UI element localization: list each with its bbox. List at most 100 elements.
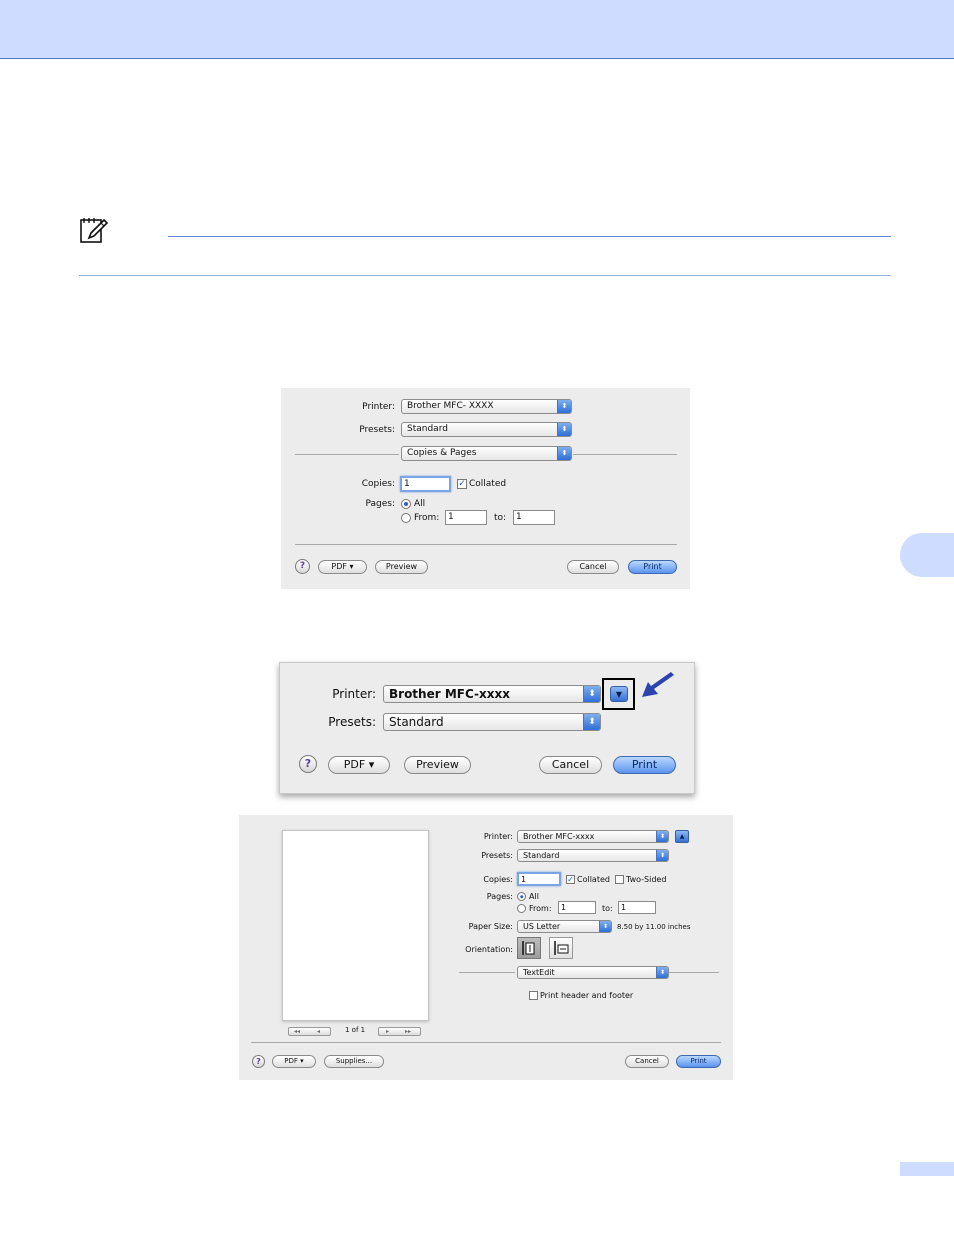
panel-popup[interactable]: TextEdit ⬍ <box>517 966 669 979</box>
pages-from-radio[interactable] <box>517 904 526 913</box>
footer-separator <box>295 544 677 545</box>
paper-size-label: Paper Size: <box>468 922 513 931</box>
cancel-button[interactable]: Cancel <box>567 560 619 574</box>
help-button[interactable]: ? <box>252 1055 265 1068</box>
presets-value: Standard <box>389 715 444 729</box>
to-label: to: <box>494 513 507 523</box>
print-dialog-collapsed: Printer: Brother MFC-xxxx ⬍ ▼ Presets: S… <box>279 662 695 794</box>
pdf-button[interactable]: PDF ▾ <box>272 1055 316 1068</box>
collapse-button[interactable]: ▲ <box>675 830 689 843</box>
collated-label: Collated <box>469 479 507 489</box>
popup-arrows-icon: ⬍ <box>583 686 600 702</box>
prev-page-icon: ◂ <box>317 1028 321 1035</box>
header-footer-label: Print header and footer <box>540 991 634 1000</box>
popup-arrows-icon: ⬍ <box>557 447 571 460</box>
from-value: 1 <box>448 512 454 522</box>
presets-label: Presets: <box>328 715 376 729</box>
presets-popup[interactable]: Standard ⬍ <box>383 713 601 731</box>
popup-arrows-icon: ⬍ <box>656 967 668 978</box>
collated-label: Collated <box>577 875 610 884</box>
to-field[interactable]: 1 <box>513 510 555 525</box>
from-label: From: <box>414 513 440 523</box>
next-page-icon: ▸ <box>386 1028 390 1035</box>
header-footer-checkbox[interactable] <box>529 991 538 1000</box>
preview-button[interactable]: Preview <box>404 756 471 774</box>
popup-arrows-icon: ⬍ <box>583 714 600 730</box>
panel-popup[interactable]: Copies & Pages ⬍ <box>401 446 572 461</box>
printer-popup[interactable]: Brother MFC-xxxx ⬍ <box>383 685 601 703</box>
collated-checkbox[interactable]: ✓ <box>566 875 575 884</box>
from-value: 1 <box>561 903 567 912</box>
blue-arrow-icon <box>640 672 676 700</box>
print-button[interactable]: Print <box>676 1055 721 1068</box>
print-button[interactable]: Print <box>628 560 677 574</box>
pages-from-radio[interactable] <box>401 513 411 523</box>
printer-value: Brother MFC- XXXX <box>407 401 494 411</box>
print-button[interactable]: Print <box>613 756 676 774</box>
section-rule <box>79 275 891 276</box>
presets-popup[interactable]: Standard ⬍ <box>401 422 572 437</box>
from-field[interactable]: 1 <box>445 510 487 525</box>
landscape-orientation-icon[interactable] <box>549 937 573 959</box>
two-sided-checkbox[interactable] <box>615 875 624 884</box>
help-button[interactable]: ? <box>295 559 310 574</box>
panel-separator-left <box>459 972 515 973</box>
cancel-button[interactable]: Cancel <box>539 756 602 774</box>
copies-field[interactable]: 1 <box>517 872 561 886</box>
to-field[interactable]: 1 <box>618 901 656 914</box>
presets-label: Presets: <box>481 851 513 860</box>
note-pencil-icon <box>79 216 109 246</box>
all-label: All <box>414 499 426 509</box>
page-preview <box>282 830 429 1021</box>
copies-field[interactable]: 1 <box>400 476 451 492</box>
panel-separator-left <box>295 454 399 455</box>
pdf-button[interactable]: PDF ▾ <box>318 560 367 574</box>
popup-arrows-icon: ⬍ <box>656 850 668 861</box>
pages-all-radio[interactable] <box>401 499 411 509</box>
from-field[interactable]: 1 <box>558 901 596 914</box>
printer-popup[interactable]: Brother MFC-xxxx ⬍ <box>517 830 669 843</box>
orientation-label: Orientation: <box>465 945 513 954</box>
portrait-orientation-icon[interactable] <box>517 937 541 959</box>
two-sided-label: Two-Sided <box>626 875 667 884</box>
supplies-button[interactable]: Supplies... <box>324 1055 384 1068</box>
presets-popup[interactable]: Standard ⬍ <box>517 849 669 862</box>
note-rule <box>168 236 891 237</box>
first-page-icon: ◂◂ <box>294 1028 301 1035</box>
header-band <box>0 0 954 59</box>
preview-nav-forward-group[interactable]: ▸ ▸▸ <box>378 1027 421 1036</box>
popup-arrows-icon: ⬍ <box>599 921 611 932</box>
panel-value: TextEdit <box>523 968 555 977</box>
preview-nav-back-group[interactable]: ◂◂ ◂ <box>288 1027 331 1036</box>
pages-all-radio[interactable] <box>517 892 526 901</box>
paper-dimensions: 8.50 by 11.00 inches <box>617 923 691 931</box>
page-number-tab <box>900 1162 954 1176</box>
cancel-button[interactable]: Cancel <box>625 1055 669 1068</box>
expand-button[interactable]: ▼ <box>610 686 628 702</box>
paper-size-popup[interactable]: US Letter ⬍ <box>517 920 612 933</box>
copies-label: Copies: <box>483 875 513 884</box>
pages-label: Pages: <box>486 892 513 901</box>
to-label: to: <box>602 904 613 913</box>
preview-button[interactable]: Preview <box>375 560 428 574</box>
popup-arrows-icon: ⬍ <box>656 831 668 842</box>
printer-popup[interactable]: Brother MFC- XXXX ⬍ <box>401 399 572 414</box>
presets-value: Standard <box>523 851 560 860</box>
printer-label: Printer: <box>332 687 376 701</box>
last-page-icon: ▸▸ <box>405 1028 412 1035</box>
to-value: 1 <box>621 903 627 912</box>
printer-value: Brother MFC-xxxx <box>523 832 595 841</box>
print-dialog-copies-pages: Printer: Brother MFC- XXXX ⬍ Presets: St… <box>281 388 690 589</box>
footer-separator <box>251 1042 721 1043</box>
from-label: From: <box>529 904 552 913</box>
pages-label: Pages: <box>365 499 395 509</box>
pdf-button[interactable]: PDF ▾ <box>328 756 390 774</box>
print-dialog-expanded: ◂◂ ◂ 1 of 1 ▸ ▸▸ Printer: Brother MFC-xx… <box>239 815 733 1080</box>
copies-value: 1 <box>521 875 527 884</box>
panel-separator-right <box>669 972 719 973</box>
printer-label: Printer: <box>362 402 395 412</box>
help-button[interactable]: ? <box>299 755 317 773</box>
popup-arrows-icon: ⬍ <box>557 400 571 413</box>
printer-value: Brother MFC-xxxx <box>389 687 510 701</box>
collated-checkbox[interactable]: ✓ <box>457 479 467 489</box>
